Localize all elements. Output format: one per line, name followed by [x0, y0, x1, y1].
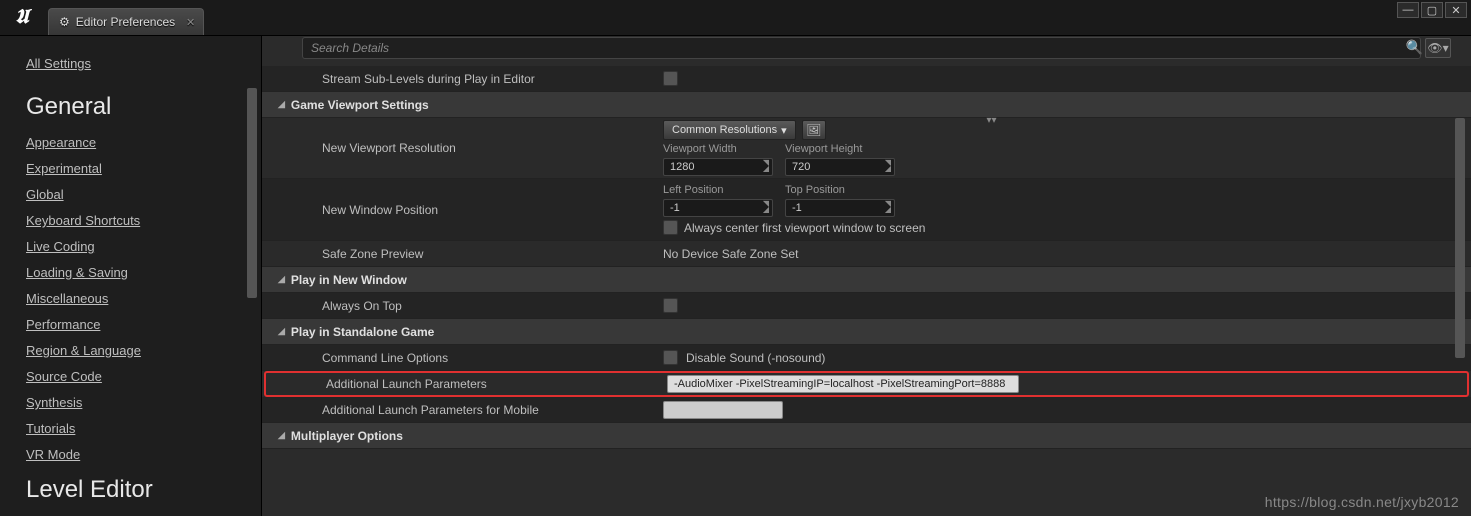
sidebar-item-source[interactable]: Source Code [26, 369, 237, 384]
section-multiplayer[interactable]: ◢Multiplayer Options [262, 429, 403, 443]
label-stream-sublevels: Stream Sub-Levels during Play in Editor [262, 72, 657, 86]
label-top-pos: Top Position [785, 184, 895, 196]
tab-editor-preferences[interactable]: ⚙ Editor Preferences ✕ [48, 8, 204, 35]
section-game-viewport[interactable]: ◢Game Viewport Settings [262, 98, 429, 112]
sidebar-item-misc[interactable]: Miscellaneous [26, 291, 237, 306]
title-bar: 𝖀 ⚙ Editor Preferences ✕ — ▢ ✕ [0, 0, 1471, 36]
search-icon[interactable]: 🔍 [1406, 39, 1423, 56]
section-play-new-window[interactable]: ◢Play in New Window [262, 273, 407, 287]
sidebar-item-region[interactable]: Region & Language [26, 343, 237, 358]
label-viewport-width: Viewport Width [663, 143, 773, 155]
section-play-standalone[interactable]: ◢Play in Standalone Game [262, 325, 434, 339]
sidebar-item-loading[interactable]: Loading & Saving [26, 265, 237, 280]
left-position-input[interactable]: -1◥◢ [663, 199, 773, 217]
checkbox-stream-sublevels[interactable] [663, 71, 678, 86]
chevron-down-icon[interactable]: ▾▾ [987, 115, 997, 126]
common-resolutions-dropdown[interactable]: Common Resolutions▾ [663, 120, 796, 140]
content-scrollbar[interactable] [1455, 118, 1465, 358]
maximize-button[interactable]: ▢ [1421, 2, 1443, 18]
sidebar-item-appearance[interactable]: Appearance [26, 135, 237, 150]
label-disable-sound: Disable Sound (-nosound) [686, 351, 825, 365]
label-additional-launch-mobile: Additional Launch Parameters for Mobile [262, 403, 657, 417]
sidebar-item-tutorials[interactable]: Tutorials [26, 421, 237, 436]
collapse-icon: ◢ [278, 99, 285, 110]
visibility-button[interactable]: 👁▾ [1425, 38, 1451, 58]
collapse-icon: ◢ [278, 326, 285, 337]
unreal-logo: 𝖀 [0, 0, 44, 35]
label-new-window-pos: New Window Position [262, 203, 657, 217]
top-position-input[interactable]: -1◥◢ [785, 199, 895, 217]
sliders-icon: ⚙ [59, 15, 70, 29]
close-icon[interactable]: ✕ [186, 16, 195, 29]
additional-launch-mobile-input[interactable] [663, 401, 783, 419]
sidebar-heading-level-editor: Level Editor [26, 476, 237, 504]
sidebar-heading-general: General [26, 93, 237, 121]
label-left-pos: Left Position [663, 184, 773, 196]
sidebar-item-vrmode[interactable]: VR Mode [26, 447, 237, 462]
label-always-on-top: Always On Top [262, 299, 657, 313]
content-panel: Search Details 🔍 👁▾ Stream Sub-Levels du… [262, 36, 1471, 516]
sidebar-item-global[interactable]: Global [26, 187, 237, 202]
sidebar-all-settings[interactable]: All Settings [26, 56, 237, 71]
sidebar-item-experimental[interactable]: Experimental [26, 161, 237, 176]
checkbox-disable-sound[interactable] [663, 350, 678, 365]
search-input[interactable]: Search Details [302, 37, 1421, 59]
checkbox-center-window[interactable] [663, 220, 678, 235]
close-button[interactable]: ✕ [1445, 2, 1467, 18]
label-center-window: Always center first viewport window to s… [684, 221, 925, 235]
label-safe-zone: Safe Zone Preview [262, 247, 657, 261]
collapse-icon: ◢ [278, 430, 285, 441]
minimize-button[interactable]: — [1397, 2, 1419, 18]
label-cmd-line: Command Line Options [262, 351, 657, 365]
value-safe-zone: No Device Safe Zone Set [663, 247, 798, 261]
highlighted-row: Additional Launch Parameters -AudioMixer… [264, 371, 1469, 397]
viewport-width-input[interactable]: 1280◥◢ [663, 158, 773, 176]
sidebar-item-performance[interactable]: Performance [26, 317, 237, 332]
tab-title: Editor Preferences [76, 15, 175, 29]
search-placeholder: Search Details [311, 41, 389, 55]
label-viewport-height: Viewport Height [785, 143, 895, 155]
label-new-viewport-res: New Viewport Resolution [262, 141, 657, 155]
additional-launch-input[interactable]: -AudioMixer -PixelStreamingIP=localhost … [667, 375, 1019, 393]
sidebar-scrollbar[interactable] [247, 88, 257, 298]
sidebar-item-livecoding[interactable]: Live Coding [26, 239, 237, 254]
collapse-icon: ◢ [278, 274, 285, 285]
sidebar: All Settings General Appearance Experime… [0, 36, 262, 516]
checkbox-always-on-top[interactable] [663, 298, 678, 313]
viewport-height-input[interactable]: 720◥◢ [785, 158, 895, 176]
image-icon-button[interactable]: 🖼 [802, 120, 826, 140]
sidebar-item-keyboard[interactable]: Keyboard Shortcuts [26, 213, 237, 228]
label-additional-launch: Additional Launch Parameters [266, 377, 661, 391]
watermark-text: https://blog.csdn.net/jxyb2012 [1265, 494, 1459, 510]
sidebar-item-synthesis[interactable]: Synthesis [26, 395, 237, 410]
